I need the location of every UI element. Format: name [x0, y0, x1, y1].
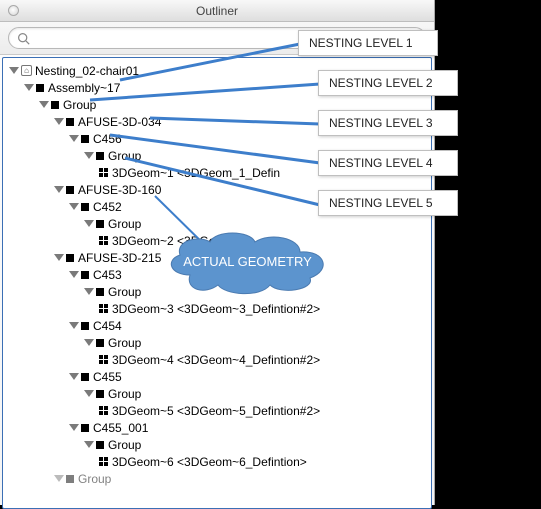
disclosure-icon[interactable] — [84, 152, 94, 159]
callout-level-5: NESTING LEVEL 5 — [318, 190, 458, 216]
group-icon — [81, 424, 89, 432]
node-label: C455 — [93, 370, 122, 384]
callout-level-4: NESTING LEVEL 4 — [318, 150, 458, 176]
group-icon — [51, 101, 59, 109]
tree-row[interactable]: 3DGeom~4 <3DGeom~4_Defintion#2> — [9, 351, 431, 368]
node-label: C452 — [93, 200, 122, 214]
group-icon — [96, 220, 104, 228]
group-icon — [81, 373, 89, 381]
node-label: C455_001 — [93, 421, 148, 435]
node-label: Assembly~17 — [48, 81, 120, 95]
node-label: Group — [63, 98, 96, 112]
node-label: Group — [108, 438, 141, 452]
disclosure-icon[interactable] — [9, 67, 19, 74]
cloud-label: ACTUAL GEOMETRY — [160, 230, 335, 269]
node-label: C454 — [93, 319, 122, 333]
disclosure-icon[interactable] — [54, 475, 64, 482]
node-label: AFUSE-3D-160 — [78, 183, 161, 197]
group-icon — [66, 475, 74, 483]
disclosure-icon[interactable] — [84, 288, 94, 295]
group-icon — [96, 390, 104, 398]
component-icon: ⌂ — [21, 65, 32, 76]
tree-row[interactable]: Group — [9, 385, 431, 402]
geometry-icon — [99, 355, 108, 364]
group-icon — [81, 203, 89, 211]
callout-level-3: NESTING LEVEL 3 — [318, 110, 458, 136]
group-icon — [66, 186, 74, 194]
geometry-icon — [99, 304, 108, 313]
node-label: Group — [108, 387, 141, 401]
disclosure-icon[interactable] — [69, 271, 79, 278]
node-label: 3DGeom~6 <3DGeom~6_Defintion> — [112, 455, 307, 469]
disclosure-icon[interactable] — [54, 254, 64, 261]
node-label: Nesting_02-chair01 — [35, 64, 139, 78]
group-icon — [96, 152, 104, 160]
geometry-icon — [99, 457, 108, 466]
group-icon — [81, 135, 89, 143]
node-label: Group — [108, 336, 141, 350]
search-icon — [17, 32, 30, 45]
tree-row[interactable]: 3DGeom~5 <3DGeom~5_Defintion#2> — [9, 402, 431, 419]
close-button[interactable] — [8, 5, 19, 16]
tree-row[interactable]: 3DGeom~3 <3DGeom~3_Defintion#2> — [9, 300, 431, 317]
window-title: Outliner — [196, 4, 238, 18]
node-label: Group — [108, 149, 141, 163]
callout-level-2: NESTING LEVEL 2 — [318, 70, 458, 96]
disclosure-icon[interactable] — [84, 339, 94, 346]
callout-level-1: NESTING LEVEL 1 — [298, 30, 438, 56]
geometry-icon — [99, 168, 108, 177]
tree-row[interactable]: 3DGeom~6 <3DGeom~6_Defintion> — [9, 453, 431, 470]
node-label: 3DGeom~5 <3DGeom~5_Defintion#2> — [112, 404, 320, 418]
disclosure-icon[interactable] — [39, 101, 49, 108]
titlebar: Outliner — [0, 0, 434, 22]
node-label: 3DGeom~3 <3DGeom~3_Defintion#2> — [112, 302, 320, 316]
tree-row[interactable]: C455 — [9, 368, 431, 385]
tree-row[interactable]: Group — [9, 436, 431, 453]
node-label: C456 — [93, 132, 122, 146]
node-label: 3DGeom~1 <3DGeom_1_Defin — [112, 166, 280, 180]
geometry-icon — [99, 236, 108, 245]
node-label: Group — [108, 285, 141, 299]
group-icon — [66, 254, 74, 262]
group-icon — [66, 118, 74, 126]
disclosure-icon[interactable] — [54, 186, 64, 193]
group-icon — [81, 322, 89, 330]
disclosure-icon[interactable] — [69, 373, 79, 380]
tree-row[interactable]: Group — [9, 334, 431, 351]
node-label: AFUSE-3D-034 — [78, 115, 161, 129]
group-icon — [81, 271, 89, 279]
tree-row[interactable]: Group — [9, 470, 431, 487]
disclosure-icon[interactable] — [84, 390, 94, 397]
node-label: Group — [78, 472, 111, 486]
callout-cloud: ACTUAL GEOMETRY — [160, 230, 335, 295]
group-icon — [96, 441, 104, 449]
tree-row[interactable]: C455_001 — [9, 419, 431, 436]
disclosure-icon[interactable] — [69, 322, 79, 329]
disclosure-icon[interactable] — [69, 424, 79, 431]
node-label: Group — [108, 217, 141, 231]
disclosure-icon[interactable] — [24, 84, 34, 91]
node-label: C453 — [93, 268, 122, 282]
group-icon — [96, 339, 104, 347]
disclosure-icon[interactable] — [69, 203, 79, 210]
tree-row[interactable]: C454 — [9, 317, 431, 334]
group-icon — [96, 288, 104, 296]
node-label: AFUSE-3D-215 — [78, 251, 161, 265]
disclosure-icon[interactable] — [69, 135, 79, 142]
disclosure-icon[interactable] — [84, 220, 94, 227]
geometry-icon — [99, 406, 108, 415]
group-icon — [36, 84, 44, 92]
disclosure-icon[interactable] — [84, 441, 94, 448]
disclosure-icon[interactable] — [54, 118, 64, 125]
node-label: 3DGeom~4 <3DGeom~4_Defintion#2> — [112, 353, 320, 367]
